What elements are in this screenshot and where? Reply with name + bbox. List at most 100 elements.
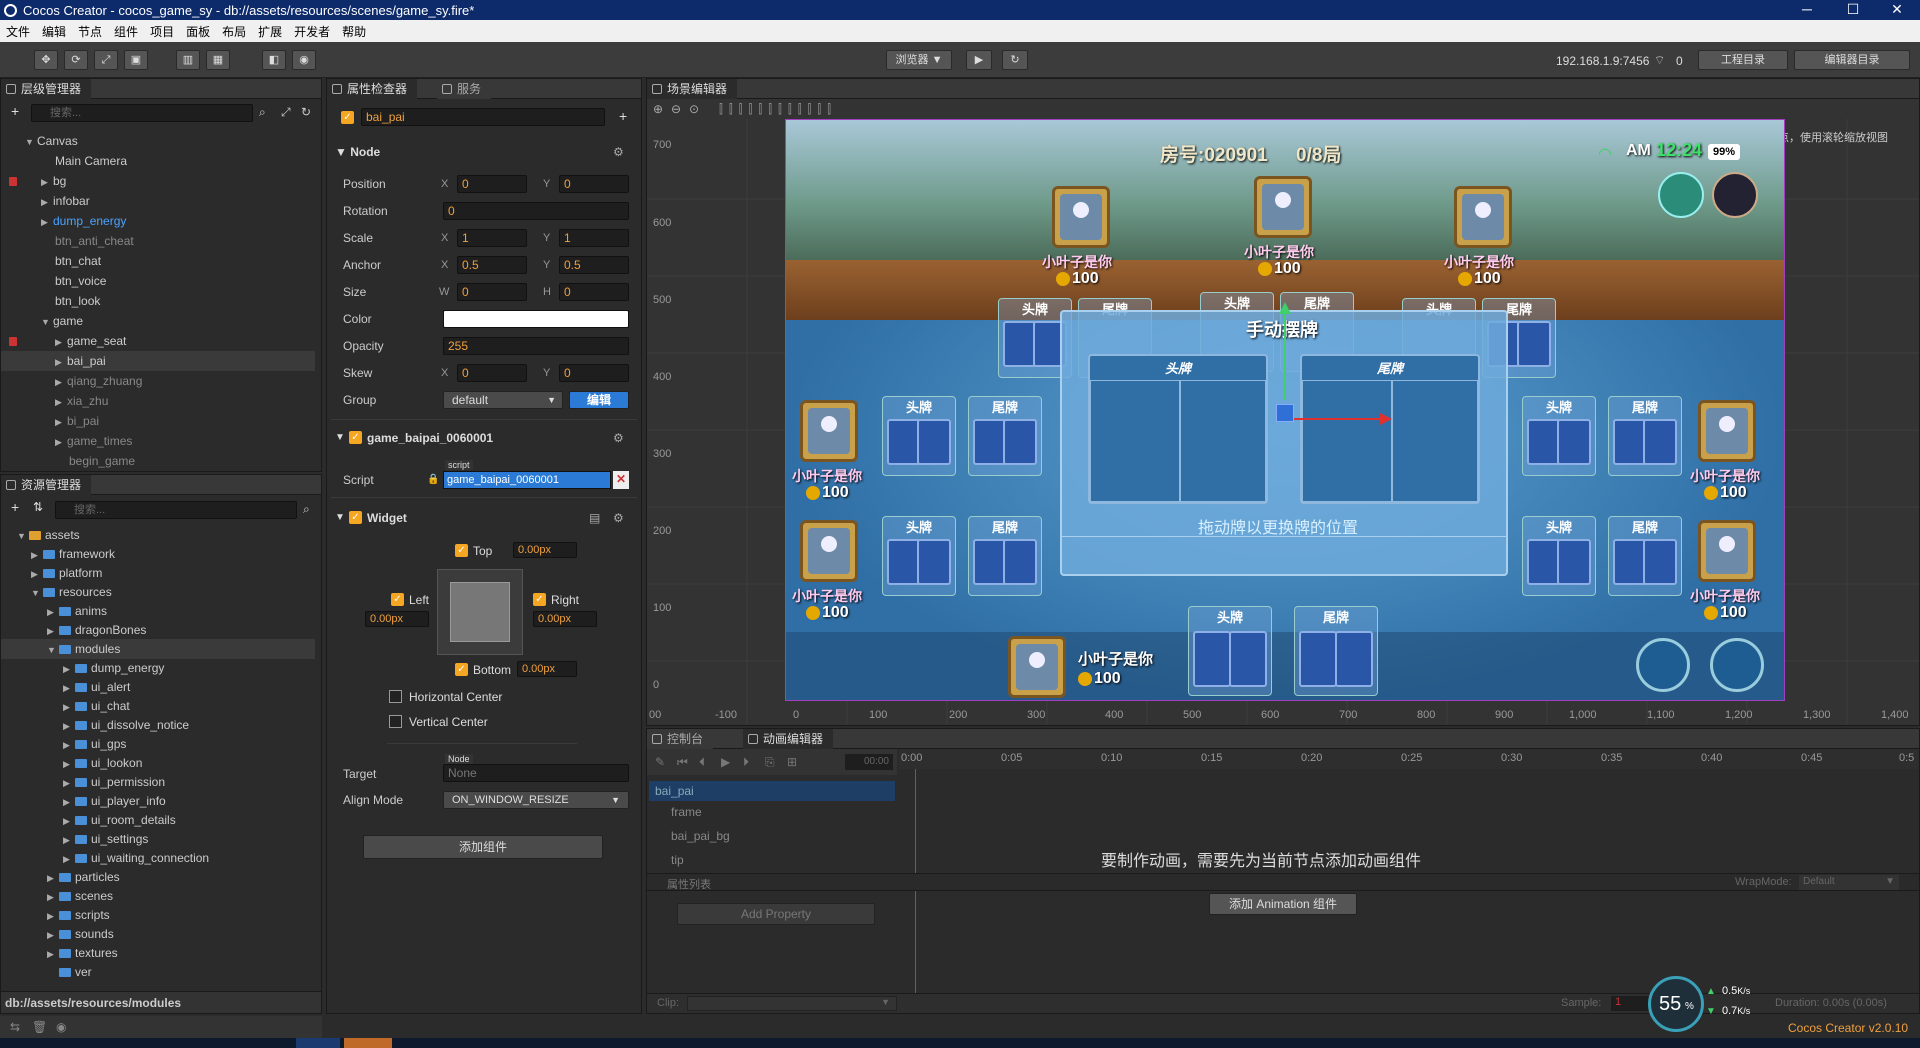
target-field[interactable]: None	[443, 764, 629, 782]
trash-icon[interactable]: 🗑	[32, 1020, 47, 1034]
menu-extension[interactable]: 扩展	[252, 23, 288, 40]
menu-developer[interactable]: 开发者	[288, 23, 336, 40]
asset-item[interactable]: ▶ dragonBones	[1, 620, 146, 640]
add-animation-component-button[interactable]: 添加 Animation 组件	[1209, 893, 1357, 915]
scale-x-input[interactable]: 1	[457, 229, 527, 247]
log-icon[interactable]: ⇆	[10, 1020, 20, 1034]
menu-panel[interactable]: 面板	[180, 23, 216, 40]
opacity-input[interactable]: 255	[443, 337, 629, 355]
size-h-input[interactable]: 0	[559, 283, 629, 301]
wrapmode-select[interactable]: Default ▼	[1799, 875, 1899, 890]
editor-dir-button[interactable]: 编辑器目录	[1794, 50, 1910, 70]
eye-button-icon[interactable]	[1658, 172, 1704, 218]
book-icon[interactable]: ▤	[589, 511, 600, 525]
add-node-icon[interactable]: +	[11, 103, 19, 119]
script-asset-field[interactable]: game_baipai_0060001	[443, 471, 611, 489]
dialog-tail-slot[interactable]: 尾牌	[1300, 354, 1480, 504]
widget-bottom-checkbox[interactable]: ✓	[455, 663, 468, 676]
player-avatar[interactable]	[800, 400, 858, 462]
taskbar-item[interactable]	[344, 1038, 392, 1048]
tab-console[interactable]: 控制台	[647, 729, 714, 749]
gizmo-x-arrow-icon[interactable]	[1380, 413, 1392, 425]
record-icon[interactable]: ✎	[655, 755, 665, 769]
minimize-icon[interactable]: ─	[1784, 0, 1830, 20]
asset-item[interactable]: ▶ ui_settings	[1, 829, 148, 849]
asset-item[interactable]: ▶ framework	[1, 544, 115, 564]
expand-icon[interactable]: ⤢	[281, 105, 291, 120]
eye-icon[interactable]: ◉	[56, 1020, 66, 1034]
asset-item[interactable]: ▶ scripts	[1, 905, 110, 925]
asset-item[interactable]: ▶ particles	[1, 867, 120, 887]
gear-icon[interactable]: ⚙	[613, 145, 624, 159]
group-select[interactable]: default ▼	[443, 391, 563, 409]
preview-platform-select[interactable]: 浏览器 ▼	[886, 50, 952, 70]
menu-project[interactable]: 项目	[144, 23, 180, 40]
asset-item[interactable]: ▶ dump_energy	[1, 658, 164, 678]
align-tools-icon[interactable]: ⫿⫿⫿⫿⫿⫿⫿⫿⫿⫿⫿⫿	[719, 102, 837, 117]
node-name-input[interactable]: bai_pai	[361, 108, 605, 126]
size-w-input[interactable]: 0	[457, 283, 527, 301]
player-avatar[interactable]	[1698, 520, 1756, 582]
anchor-y-input[interactable]: 0.5	[559, 256, 629, 274]
menu-layout[interactable]: 布局	[216, 23, 252, 40]
tab-animation-editor[interactable]: 动画编辑器	[743, 729, 834, 749]
asset-item[interactable]: ▶ ui_player_info	[1, 791, 166, 811]
clip-select[interactable]: ▼	[687, 996, 897, 1011]
tree-node[interactable]: ▼ game	[1, 311, 83, 331]
skew-x-input[interactable]: 0	[457, 364, 527, 382]
widget-top-checkbox[interactable]: ✓	[455, 544, 468, 557]
color-swatch[interactable]	[443, 310, 629, 328]
tab-service[interactable]: 服务	[437, 79, 492, 99]
remove-script-icon[interactable]: ✕	[613, 471, 629, 489]
scale-y-input[interactable]: 1	[559, 229, 629, 247]
tree-node[interactable]: ▶ dump_energy	[1, 211, 126, 231]
tab-inspector[interactable]: 属性检查器	[327, 79, 418, 99]
asset-item[interactable]: ▶ ui_gps	[1, 734, 126, 754]
scene-viewport[interactable]: 700 600 500 400 300 200 100 0 00 -100 0 …	[647, 119, 1919, 725]
play-icon[interactable]: ▶	[721, 755, 730, 769]
asset-item[interactable]: ▶ platform	[1, 563, 102, 583]
event-icon[interactable]: ⎘	[765, 755, 775, 770]
tab-hierarchy[interactable]: 层级管理器	[1, 79, 92, 99]
rect-tool-icon[interactable]: ▣	[124, 50, 148, 70]
chat-icon[interactable]	[1636, 638, 1690, 692]
position-y-input[interactable]: 0	[559, 175, 629, 193]
tree-node[interactable]: btn_voice	[1, 271, 106, 291]
tree-node[interactable]: btn_anti_cheat	[1, 231, 134, 251]
time-input[interactable]: 00:00	[845, 754, 893, 770]
asset-item[interactable]: ▶ ui_chat	[1, 696, 130, 716]
prev-frame-icon[interactable]: ⏴	[699, 755, 705, 770]
add-component-icon[interactable]: +	[619, 108, 627, 124]
tree-node[interactable]: btn_look	[1, 291, 100, 311]
anim-node-row[interactable]: frame	[671, 805, 702, 819]
gear-icon[interactable]: ⚙	[613, 431, 624, 445]
menu-help[interactable]: 帮助	[336, 23, 372, 40]
widget-right-input[interactable]: 0.00px	[533, 611, 597, 627]
position-x-input[interactable]: 0	[457, 175, 527, 193]
asset-item[interactable]: ▶ textures	[1, 943, 118, 963]
add-keyframe-icon[interactable]: ⊞	[787, 755, 797, 769]
tree-node[interactable]: ▶ qiang_zhuang	[1, 371, 142, 391]
gizmo-y-arrow-icon[interactable]	[1279, 302, 1291, 314]
asset-item[interactable]: ▶ ui_dissolve_notice	[1, 715, 189, 735]
asset-item[interactable]: ▶ ui_room_details	[1, 810, 176, 830]
gizmo-center-handle[interactable]	[1276, 404, 1294, 422]
tree-node-canvas[interactable]: ▼ Canvas	[1, 131, 78, 151]
add-component-button[interactable]: 添加组件	[363, 835, 603, 859]
refresh-icon[interactable]: ↻	[301, 105, 311, 119]
add-property-button[interactable]: Add Property	[677, 903, 875, 925]
anim-node-row-selected[interactable]: bai_pai	[649, 781, 895, 801]
zoom-reset-icon[interactable]: ⊙	[689, 102, 699, 116]
move-tool-icon[interactable]: ✥	[34, 50, 58, 70]
asset-item[interactable]: ver	[1, 962, 92, 982]
player-avatar[interactable]	[1698, 400, 1756, 462]
sort-icon[interactable]: ⇅	[33, 500, 43, 514]
microphone-icon[interactable]	[1710, 638, 1764, 692]
global-pivot-icon[interactable]: ▦	[206, 50, 230, 70]
tree-node[interactable]: ▶ game_times	[1, 431, 132, 451]
tab-scene-editor[interactable]: 场景编辑器	[647, 79, 738, 99]
gear-icon[interactable]: ⚙	[613, 511, 624, 525]
player-avatar[interactable]	[1052, 186, 1110, 248]
asset-item-selected[interactable]: ▼ modules	[1, 639, 315, 659]
zoom-out-icon[interactable]: ⊖	[671, 102, 681, 116]
